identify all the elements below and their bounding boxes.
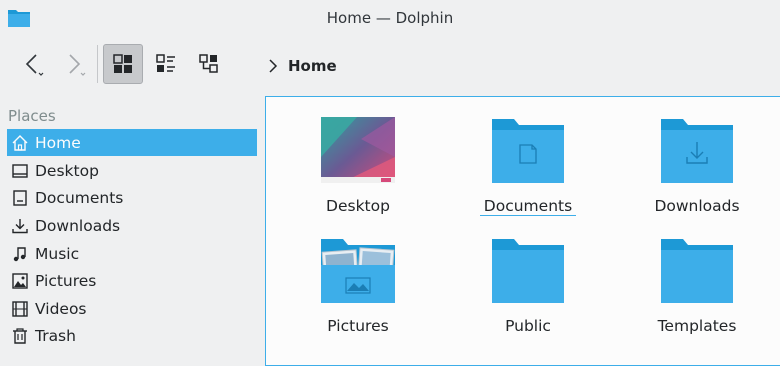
file-item-templates[interactable]: Templates bbox=[622, 219, 772, 335]
compact-view-button[interactable] bbox=[146, 44, 186, 84]
file-item-public[interactable]: Public bbox=[453, 219, 603, 335]
sidebar-item-label: Home bbox=[35, 133, 81, 152]
details-view-button[interactable] bbox=[189, 44, 229, 84]
sidebar-item-label: Music bbox=[35, 244, 80, 263]
file-item-label: Desktop bbox=[326, 197, 390, 215]
file-item-label: Pictures bbox=[327, 317, 389, 335]
icons-view-button[interactable] bbox=[103, 44, 143, 84]
sidebar-item-label: Pictures bbox=[35, 271, 97, 290]
sidebar-item-label: Videos bbox=[35, 299, 87, 318]
window-title: Home — Dolphin bbox=[326, 9, 454, 27]
chevron-right-icon bbox=[269, 59, 278, 73]
document-icon bbox=[11, 189, 29, 207]
sidebar-item-music[interactable]: Music bbox=[7, 240, 257, 267]
sidebar-item-trash[interactable]: Trash bbox=[7, 322, 257, 349]
folder-pictures-icon bbox=[321, 239, 395, 303]
file-item-label: Documents bbox=[453, 197, 603, 216]
sidebar-item-label: Desktop bbox=[35, 161, 99, 180]
trash-icon bbox=[11, 327, 29, 345]
places-panel: Places Home Desktop Documents Downloads … bbox=[0, 95, 262, 360]
file-item-pictures[interactable]: Pictures bbox=[283, 219, 433, 335]
sidebar-item-label: Documents bbox=[35, 188, 124, 207]
sidebar-item-downloads[interactable]: Downloads bbox=[7, 212, 257, 239]
file-item-label: Public bbox=[505, 317, 551, 335]
chevron-left-icon bbox=[25, 54, 44, 76]
music-note-icon bbox=[11, 245, 29, 263]
download-icon bbox=[11, 217, 29, 235]
sidebar-item-label: Trash bbox=[35, 326, 76, 345]
folder-icon bbox=[661, 239, 733, 303]
title-bar: Home — Dolphin bbox=[0, 0, 780, 37]
compact-list-icon bbox=[156, 54, 175, 72]
breadcrumb[interactable]: Home bbox=[268, 56, 337, 76]
forward-button[interactable] bbox=[54, 44, 94, 84]
film-icon bbox=[11, 300, 29, 318]
sidebar-item-pictures[interactable]: Pictures bbox=[7, 267, 257, 294]
sidebar-item-home[interactable]: Home bbox=[7, 129, 257, 156]
file-view[interactable]: Desktop Documents Downloads Pictures Pub… bbox=[265, 96, 780, 366]
sidebar-item-documents[interactable]: Documents bbox=[7, 184, 257, 211]
back-button[interactable] bbox=[14, 44, 54, 84]
file-item-documents[interactable]: Documents bbox=[453, 99, 603, 216]
monitor-icon bbox=[11, 162, 29, 180]
tree-view-icon bbox=[199, 54, 218, 73]
folder-documents-icon bbox=[492, 119, 564, 183]
file-item-desktop[interactable]: Desktop bbox=[283, 99, 433, 215]
breadcrumb-home[interactable]: Home bbox=[288, 57, 337, 75]
places-header: Places bbox=[8, 107, 56, 125]
toolbar: Home bbox=[0, 37, 780, 95]
grid-view-icon bbox=[113, 54, 132, 73]
desktop-thumbnail bbox=[321, 117, 395, 183]
picture-icon bbox=[11, 272, 29, 290]
file-item-label: Templates bbox=[657, 317, 737, 335]
folder-download-icon bbox=[661, 119, 733, 183]
sidebar-item-desktop[interactable]: Desktop bbox=[7, 157, 257, 184]
file-item-downloads[interactable]: Downloads bbox=[622, 99, 772, 215]
chevron-right-icon bbox=[69, 54, 86, 76]
home-icon bbox=[11, 134, 29, 152]
sidebar-item-label: Downloads bbox=[35, 216, 121, 235]
folder-icon bbox=[492, 239, 564, 303]
file-item-label: Downloads bbox=[654, 197, 740, 215]
sidebar-item-videos[interactable]: Videos bbox=[7, 295, 257, 322]
file-item-label-text: Documents bbox=[479, 197, 577, 216]
toolbar-separator bbox=[97, 45, 98, 83]
